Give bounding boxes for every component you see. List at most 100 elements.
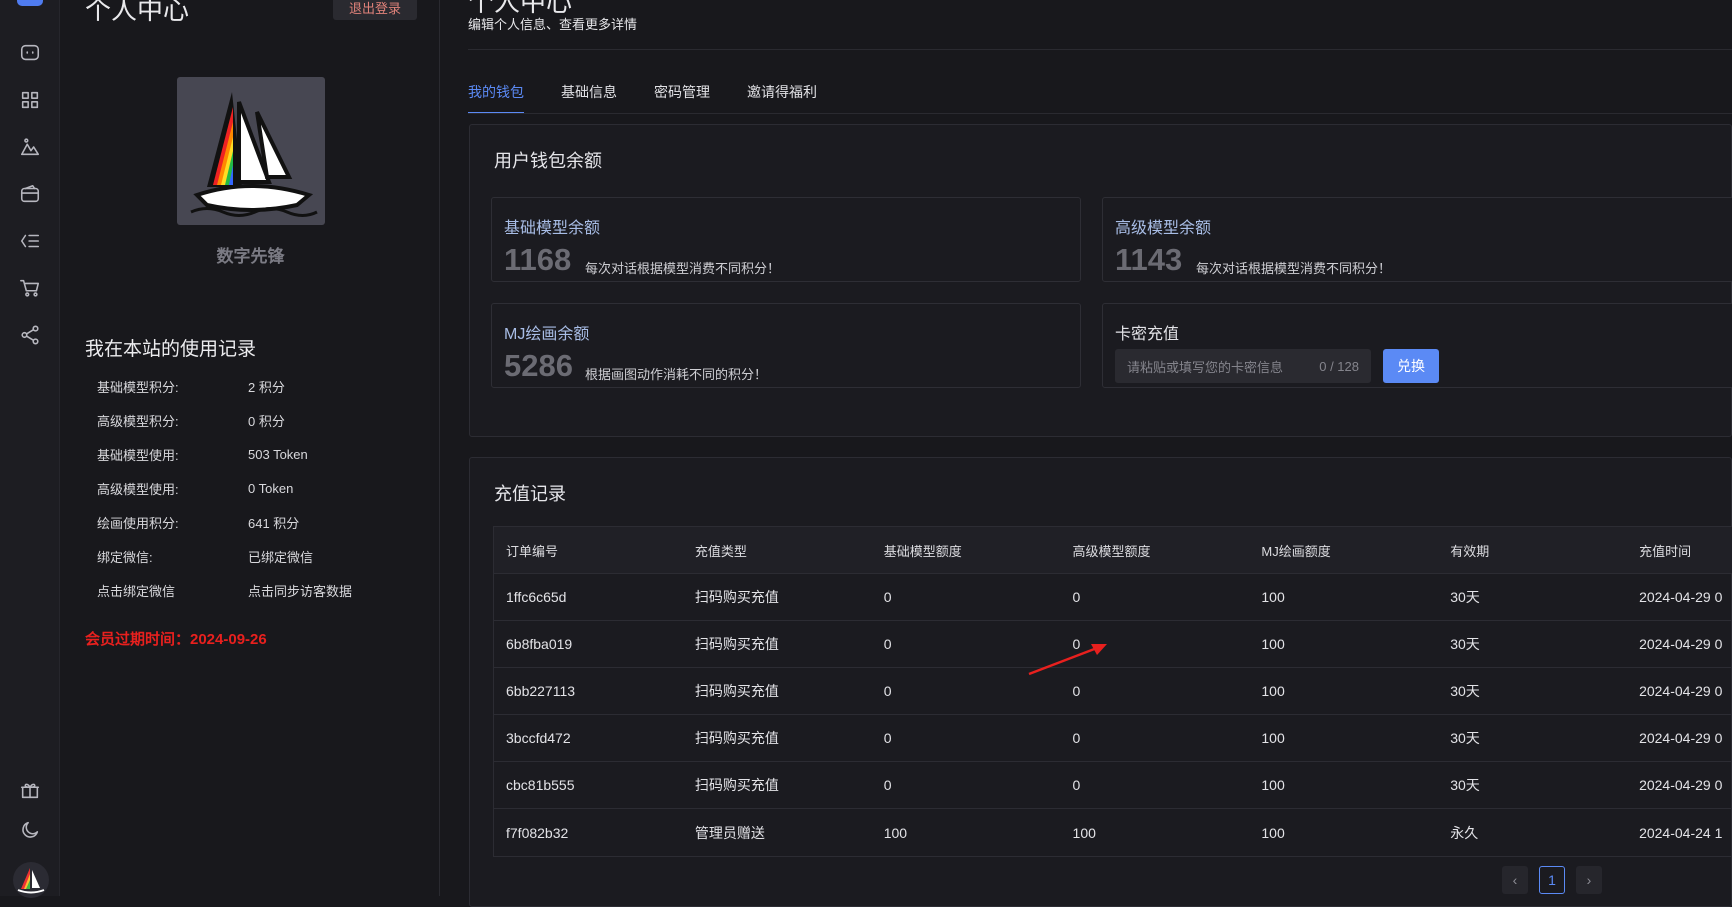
records-card: 充值记录 订单编号 充值类型 基础模型额度 高级模型额度 MJ绘画额度 有效期 … [469, 457, 1732, 907]
sync-visitor-data-link[interactable]: 点击同步访客数据 [248, 581, 352, 600]
next-page-button[interactable]: › [1576, 866, 1602, 894]
basic-balance-desc: 每次对话根据模型消费不同积分！ [585, 261, 781, 276]
usage-row: 高级模型使用: 0 Token [97, 471, 417, 505]
tab-bar: 我的钱包 基础信息 密码管理 邀请得福利 [468, 82, 854, 114]
table-cell: 2024-04-29 0 [1639, 636, 1723, 652]
usage-label: 基础模型积分: [97, 379, 179, 395]
redeem-button[interactable]: 兑换 [1383, 349, 1439, 383]
table-cell: 3bccfd472 [506, 730, 571, 746]
shopping-cart-icon[interactable] [17, 275, 43, 301]
usage-value: 0 Token [248, 480, 294, 496]
records-title: 充值记录 [494, 484, 566, 504]
wallet-icon[interactable] [17, 181, 43, 207]
page-button-current[interactable]: 1 [1539, 866, 1565, 894]
table-cell: 管理员赠送 [694, 824, 765, 841]
table-row: 6b8fba019 扫码购买充值 0 0 100 30天 2024-04-29 0 [494, 621, 1732, 668]
usage-list: 基础模型积分: 2 积分 高级模型积分: 0 积分 基础模型使用: 503 Token… [97, 369, 417, 607]
table-cell: 永久 [1450, 824, 1479, 841]
table-cell: 30天 [1450, 636, 1480, 652]
table-cell: 100 [1261, 589, 1285, 605]
usage-value: 503 Token [248, 446, 308, 462]
records-table: 订单编号 充值类型 基础模型额度 高级模型额度 MJ绘画额度 有效期 充值时间 … [493, 526, 1732, 857]
redeem-code-input[interactable]: 请粘贴或填写您的卡密信息 0 / 128 [1115, 349, 1371, 383]
chat-icon[interactable] [17, 40, 43, 66]
advanced-balance-box: 高级模型余额 1143 每次对话根据模型消费不同积分！ [1102, 197, 1732, 282]
profile-title: 个人中心 [85, 0, 190, 25]
table-cell: 扫码购买充值 [694, 683, 779, 699]
user-avatar[interactable] [13, 862, 49, 898]
tabs-divider [468, 113, 1732, 114]
membership-expire-text: 会员过期时间：2024-09-26 [85, 631, 267, 648]
main-content: 个人中心 编辑个人信息、查看更多详情 我的钱包 基础信息 密码管理 邀请得福利 … [440, 0, 1732, 907]
table-cell: 扫码购买充值 [694, 636, 779, 652]
usage-value: 0 积分 [248, 413, 285, 429]
tab-wallet[interactable]: 我的钱包 [468, 82, 524, 114]
wallet-title: 用户钱包余额 [494, 151, 602, 171]
page-subtitle: 编辑个人信息、查看更多详情 [468, 17, 638, 32]
table-cell: 100 [883, 824, 908, 841]
mj-balance-box: MJ绘画余额 5286 根据画图动作消耗不同的积分！ [491, 303, 1081, 388]
column-header: 有效期 [1450, 543, 1490, 559]
column-header: 充值类型 [694, 543, 747, 559]
column-header: 高级模型额度 [1072, 543, 1151, 559]
table-cell: 100 [1261, 824, 1285, 841]
table-header-row: 订单编号 充值类型 基础模型额度 高级模型额度 MJ绘画额度 有效期 充值时间 [494, 527, 1732, 574]
red-annotation-arrow [1028, 644, 1107, 676]
usage-row: 绑定微信: 已绑定微信 [97, 539, 417, 573]
tab-invite[interactable]: 邀请得福利 [747, 82, 817, 114]
basic-balance-box: 基础模型余额 1168 每次对话根据模型消费不同积分！ [491, 197, 1081, 282]
table-cell: 30天 [1450, 730, 1480, 746]
pagination: ‹ 1 › [1502, 866, 1613, 894]
redeem-placeholder: 请粘贴或填写您的卡密信息 [1127, 359, 1284, 375]
usage-value: 2 积分 [248, 379, 285, 395]
table-cell: 100 [1261, 683, 1285, 699]
prev-page-button[interactable]: ‹ [1502, 866, 1528, 894]
table-cell: 扫码购买充值 [694, 589, 779, 605]
table-cell: 2024-04-29 0 [1639, 589, 1723, 605]
usage-label: 绘画使用积分: [97, 515, 179, 531]
table-cell: 2024-04-29 0 [1639, 683, 1723, 699]
table-row: 3bccfd472 扫码购买充值 0 0 100 30天 2024-04-29 0 [494, 715, 1732, 762]
table-cell: 30天 [1450, 777, 1480, 793]
basic-balance-label: 基础模型余额 [504, 220, 601, 237]
redeem-box: 卡密充值 请粘贴或填写您的卡密信息 0 / 128 兑换 [1102, 303, 1732, 388]
header-divider [468, 49, 1732, 50]
wallet-card: 用户钱包余额 基础模型余额 1168 每次对话根据模型消费不同积分！ 高级模型余… [469, 124, 1732, 437]
table-cell: 0 [883, 777, 892, 793]
app-logo[interactable] [17, 0, 43, 6]
bind-wechat-link[interactable]: 点击绑定微信 [97, 581, 248, 600]
apps-grid-icon[interactable] [17, 87, 43, 113]
mj-balance-amount: 5286 [504, 348, 573, 383]
column-header: MJ绘画额度 [1261, 543, 1331, 559]
drawing-mountain-icon[interactable] [17, 134, 43, 160]
moon-icon[interactable] [17, 817, 43, 843]
usage-label: 基础模型使用: [97, 447, 179, 463]
share-icon[interactable] [17, 322, 43, 348]
profile-panel: 个人中心 退出登录 数字先锋 我在本站的使用记录 基础模型积分: 2 积分 高级模… [61, 0, 440, 896]
table-cell: 100 [1072, 824, 1096, 841]
table-cell: 0 [1072, 683, 1081, 699]
redeem-char-counter: 0 / 128 [1319, 358, 1359, 374]
table-row: 1ffc6c65d 扫码购买充值 0 0 100 30天 2024-04-29 0 [494, 574, 1732, 621]
usage-row: 点击绑定微信 点击同步访客数据 [97, 573, 417, 607]
redeem-label: 卡密充值 [1115, 326, 1180, 343]
table-row: 6bb227113 扫码购买充值 0 0 100 30天 2024-04-29 0 [494, 668, 1732, 715]
profile-avatar[interactable] [177, 77, 325, 225]
column-header: 订单编号 [506, 543, 559, 559]
order-list-icon[interactable] [17, 228, 43, 254]
logout-button[interactable]: 退出登录 [333, 0, 417, 20]
advanced-balance-desc: 每次对话根据模型消费不同积分！ [1196, 261, 1392, 276]
usage-value: 已绑定微信 [248, 549, 314, 565]
gift-icon[interactable] [17, 777, 43, 803]
table-cell: 0 [1072, 589, 1081, 605]
tab-password[interactable]: 密码管理 [654, 82, 710, 114]
table-row: cbc81b555 扫码购买充值 0 0 100 30天 2024-04-29 0 [494, 762, 1732, 809]
table-cell: 0 [1072, 730, 1081, 746]
tab-basic-info[interactable]: 基础信息 [561, 82, 617, 114]
table-cell: 0 [883, 683, 892, 699]
usage-value: 641 积分 [248, 515, 300, 531]
column-header: 基础模型额度 [883, 543, 962, 559]
icon-rail [0, 0, 60, 898]
profile-nickname: 数字先锋 [216, 247, 285, 266]
usage-row: 绘画使用积分: 641 积分 [97, 505, 417, 539]
